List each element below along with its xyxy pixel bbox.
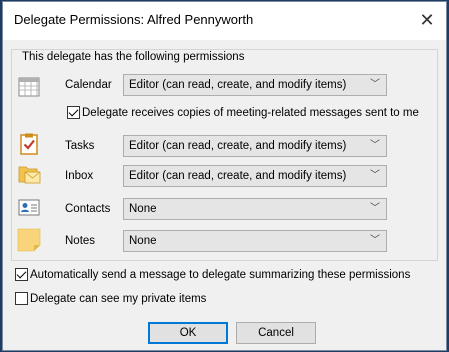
delegate-permissions-dialog: Delegate Permissions: Alfred Pennyworth … — [2, 1, 447, 351]
meeting-copies-label: Delegate receives copies of meeting-rela… — [82, 107, 419, 119]
tasks-label: Tasks — [65, 140, 95, 152]
inbox-permission-select[interactable]: Editor (can read, create, and modify ite… — [123, 165, 387, 187]
title-bar: Delegate Permissions: Alfred Pennyworth … — [3, 2, 446, 40]
contacts-icon — [18, 199, 40, 216]
notes-permission-select[interactable]: None ﹀ — [123, 230, 387, 252]
inbox-permission-value: Editor (can read, create, and modify ite… — [129, 170, 347, 182]
notes-icon — [17, 228, 41, 252]
auto-send-label: Automatically send a message to delegate… — [30, 269, 411, 281]
close-icon[interactable]: ✕ — [414, 8, 440, 32]
contacts-permission-select[interactable]: None ﹀ — [123, 198, 387, 220]
contacts-label: Contacts — [65, 203, 111, 215]
private-items-label: Delegate can see my private items — [30, 293, 207, 305]
chevron-down-icon: ﹀ — [370, 79, 380, 90]
calendar-permission-select[interactable]: Editor (can read, create, and modify ite… — [123, 74, 387, 96]
chevron-down-icon: ﹀ — [370, 203, 380, 214]
notes-label: Notes — [65, 235, 96, 247]
private-items-checkbox[interactable] — [15, 292, 28, 305]
notes-permission-value: None — [129, 235, 157, 247]
chevron-down-icon: ﹀ — [370, 140, 380, 151]
ok-button[interactable]: OK — [148, 322, 228, 344]
tasks-permission-select[interactable]: Editor (can read, create, and modify ite… — [123, 135, 387, 157]
cancel-button[interactable]: Cancel — [236, 322, 316, 344]
tasks-permission-value: Editor (can read, create, and modify ite… — [129, 140, 347, 152]
contacts-permission-value: None — [129, 203, 157, 215]
tasks-icon — [20, 133, 38, 155]
inbox-icon — [18, 166, 41, 184]
calendar-icon — [18, 77, 40, 97]
permissions-legend: This delegate has the following permissi… — [20, 50, 247, 64]
calendar-permission-value: Editor (can read, create, and modify ite… — [129, 79, 347, 91]
chevron-down-icon: ﹀ — [370, 235, 380, 246]
calendar-label: Calendar — [65, 79, 112, 91]
dialog-title: Delegate Permissions: Alfred Pennyworth — [14, 12, 254, 27]
inbox-label: Inbox — [65, 170, 94, 182]
auto-send-checkbox[interactable] — [15, 268, 28, 281]
chevron-down-icon: ﹀ — [370, 170, 380, 181]
meeting-copies-checkbox[interactable] — [67, 106, 80, 119]
